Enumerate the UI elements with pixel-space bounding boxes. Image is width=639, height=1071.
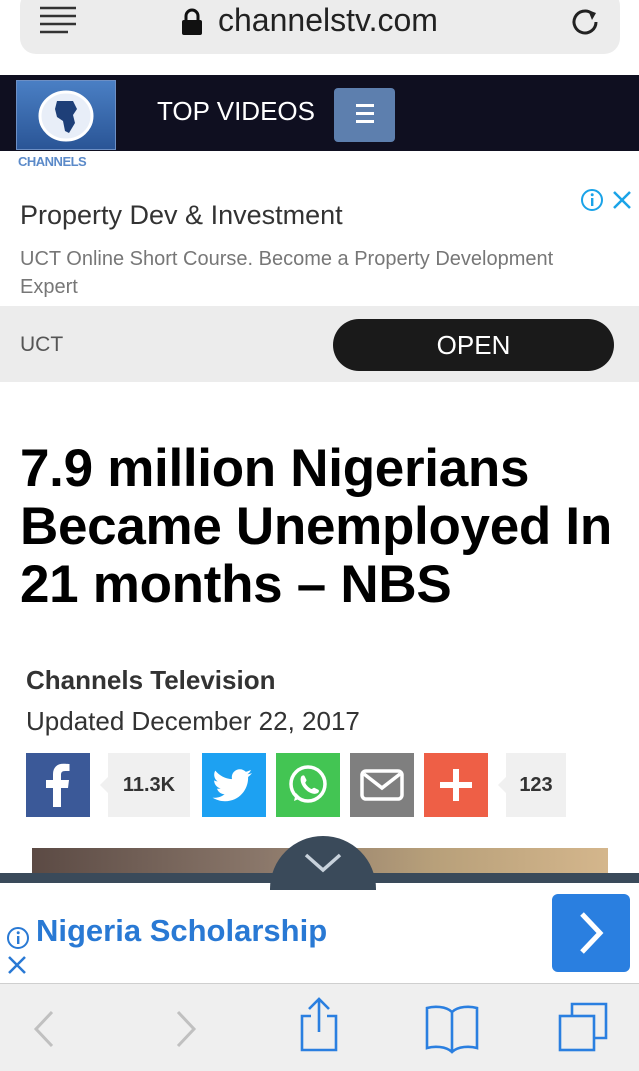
- bookmarks-icon[interactable]: [424, 1000, 479, 1054]
- whatsapp-icon: [289, 765, 327, 803]
- lock-icon: [180, 8, 204, 36]
- twitter-share-button[interactable]: [202, 753, 266, 817]
- total-share-count: 123: [498, 753, 566, 817]
- bottom-ad-arrow-button[interactable]: [552, 894, 630, 972]
- channels-logo[interactable]: [16, 80, 116, 150]
- chevron-right-icon: [580, 912, 604, 954]
- url-text[interactable]: channelstv.com: [218, 2, 438, 39]
- plus-icon: [440, 769, 472, 801]
- hamburger-icon-line: [356, 120, 374, 123]
- email-share-button[interactable]: [350, 753, 414, 817]
- facebook-share-button[interactable]: [26, 753, 90, 817]
- article-headline: 7.9 million Nigerians Became Unemployed …: [20, 439, 612, 614]
- bottom-ad-close-icon[interactable]: [6, 954, 28, 976]
- ad-description[interactable]: UCT Online Short Course. Become a Proper…: [20, 245, 610, 301]
- bottom-ad-info-icon[interactable]: [6, 926, 30, 950]
- facebook-share-count: 11.3K: [100, 753, 190, 817]
- collapse-ad-button[interactable]: [270, 836, 376, 890]
- logo-label: CHANNELS: [18, 154, 87, 169]
- article-updated: Updated December 22, 2017: [26, 706, 360, 736]
- close-icon[interactable]: [610, 188, 634, 212]
- top-videos-link[interactable]: TOP VIDEOS: [157, 96, 315, 127]
- twitter-icon: [212, 769, 253, 802]
- bottom-ad-text[interactable]: Nigeria Scholarship: [36, 913, 327, 949]
- ad-title[interactable]: Property Dev & Investment: [20, 200, 343, 231]
- menu-button[interactable]: [334, 88, 395, 142]
- tabs-icon[interactable]: [556, 1000, 608, 1052]
- more-share-button[interactable]: [424, 753, 488, 817]
- reader-icon[interactable]: [38, 5, 78, 35]
- back-icon[interactable]: [22, 1004, 72, 1054]
- forward-icon[interactable]: [160, 1004, 210, 1054]
- open-button[interactable]: OPEN: [333, 319, 614, 371]
- article-author[interactable]: Channels Television: [26, 665, 275, 696]
- info-icon[interactable]: [580, 188, 604, 212]
- hamburger-icon: [356, 104, 374, 107]
- hamburger-icon-line: [356, 112, 374, 115]
- whatsapp-share-button[interactable]: [276, 753, 340, 817]
- facebook-icon: [46, 763, 70, 807]
- email-icon: [360, 769, 404, 801]
- chevron-down-icon: [304, 853, 342, 873]
- share-icon[interactable]: [294, 996, 344, 1052]
- reload-icon[interactable]: [568, 4, 604, 40]
- ad-advertiser: UCT: [20, 333, 64, 356]
